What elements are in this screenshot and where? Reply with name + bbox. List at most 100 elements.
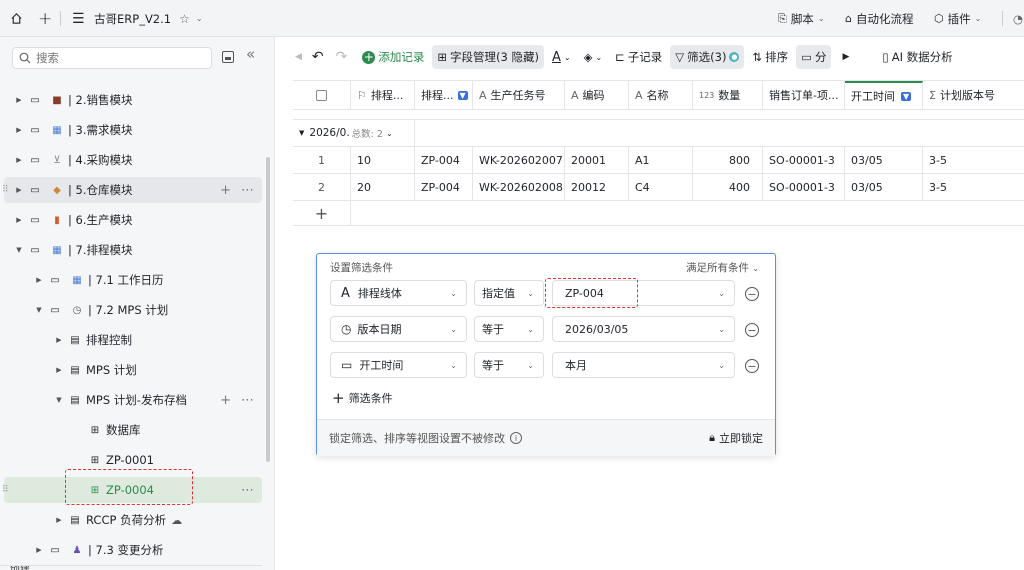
remove-condition-icon[interactable]: − xyxy=(745,323,759,337)
lock-now-button[interactable]: 🔒︎ 立即锁定 xyxy=(709,430,763,446)
column-header[interactable]: A 编码 xyxy=(565,81,629,109)
sidebar-item-warehouse[interactable]: ⠿ ▶ ▭ ◆ | 5.仓库模块 + ⋯ xyxy=(2,177,262,203)
fill-color-button[interactable]: ◈ ⌄ xyxy=(579,45,608,69)
add-icon[interactable]: + xyxy=(220,183,231,198)
add-icon[interactable]: + xyxy=(220,393,231,408)
collapse-icon[interactable]: « xyxy=(246,45,255,63)
create-label[interactable]: 创建 xyxy=(10,566,30,570)
search-box[interactable] xyxy=(12,47,212,69)
app-title[interactable]: 古哥ERP_V2.1 ☆ ⌄ xyxy=(94,0,203,37)
condition-field-select[interactable]: ◷ 版本日期 ⌄ xyxy=(330,316,467,342)
column-header[interactable]: Σ 计划版本号 xyxy=(923,81,1024,109)
table-cell[interactable]: 20012 xyxy=(565,174,629,200)
table-cell[interactable]: 20001 xyxy=(565,147,629,173)
sidebar-item-mps-archive[interactable]: ▼ ▤ MPS 计划-发布存档 + ⋯ xyxy=(0,387,262,413)
filter-button[interactable]: ▽ 筛选(3) ● xyxy=(670,45,745,69)
drag-handle-icon[interactable]: ⠿ xyxy=(2,485,9,495)
row-index[interactable]: 2 xyxy=(293,174,351,200)
condition-operator-select[interactable]: 等于 ⌄ xyxy=(474,352,544,378)
sort-button[interactable]: ⇅ 排序 xyxy=(747,45,793,69)
drag-handle-icon[interactable]: ⠿ xyxy=(2,185,9,195)
condition-value-select[interactable]: 本月 ⌄ xyxy=(552,352,735,378)
table-cell[interactable]: 400 xyxy=(693,174,763,200)
table-row[interactable]: 2 20 ZP-004 WK-202602008 20012 C4 400 SO-00001-… xyxy=(293,174,1024,201)
condition-field-select[interactable]: A 排程线体 ⌄ xyxy=(330,280,467,306)
add-row[interactable]: + xyxy=(293,201,1024,226)
match-mode-select[interactable]: 满足所有条件 ⌄ xyxy=(686,260,759,275)
select-all-checkbox[interactable] xyxy=(293,81,351,109)
menu-icon[interactable]: ☰ xyxy=(72,0,85,37)
info-icon[interactable]: i xyxy=(510,432,522,444)
undo-icon[interactable]: ↶ xyxy=(312,49,324,65)
more-icon[interactable]: ⋯ xyxy=(241,483,254,498)
group-button[interactable]: ▭ 分 xyxy=(796,45,832,69)
remove-condition-icon[interactable]: − xyxy=(745,287,759,301)
more-icon[interactable]: ◔ xyxy=(1013,0,1023,37)
table-row[interactable]: 1 10 ZP-004 WK-202602007 20001 A1 800 SO-00001-… xyxy=(293,147,1024,174)
table-cell[interactable]: ZP-004 xyxy=(415,174,473,200)
table-cell[interactable]: ZP-004 xyxy=(415,147,473,173)
table-cell[interactable]: SO-00001-3 xyxy=(763,147,845,173)
add-icon[interactable]: + xyxy=(38,0,52,37)
ai-analysis-button[interactable]: ▯ AI 数据分析 xyxy=(877,45,957,69)
add-record-button[interactable]: + 添加记录 xyxy=(357,45,429,69)
chevron-down-icon[interactable]: ⌄ xyxy=(196,14,203,23)
table-cell[interactable]: 3-5 xyxy=(923,147,1024,173)
text-color-button[interactable]: A ⌄ xyxy=(547,45,576,69)
search-input[interactable] xyxy=(36,51,196,65)
sidebar-item-purchase[interactable]: ▶ ▭ ⊻ | 4.采购模块 xyxy=(0,147,262,173)
table-cell[interactable]: WK-202602007 xyxy=(473,147,565,173)
subrecord-button[interactable]: ⊏ 子记录 xyxy=(610,45,667,69)
caret-right-icon[interactable]: ▶ xyxy=(842,52,849,62)
sidebar-scrollbar[interactable] xyxy=(266,157,270,462)
remove-condition-icon[interactable]: − xyxy=(745,359,759,373)
column-header[interactable]: 开工时间 ▼ xyxy=(845,81,923,109)
table-cell[interactable]: SO-00001-3 xyxy=(763,174,845,200)
automation-button[interactable]: ⌂ 自动化流程 xyxy=(845,0,913,37)
table-cell[interactable]: 10 xyxy=(351,147,415,173)
column-header[interactable]: A 生产任务号 xyxy=(473,81,565,109)
column-header[interactable]: 销售订单-项... xyxy=(763,81,845,109)
star-icon[interactable]: ☆ xyxy=(179,12,190,26)
sidebar-item-demand[interactable]: ▶ ▭ ▦ | 3.需求模块 xyxy=(0,117,262,143)
sidebar-item-calendar[interactable]: ▶ ▭ ▦ | 7.1 工作日历 xyxy=(0,267,262,293)
sidebar-item-mps[interactable]: ▼ ▭ ◷ | 7.2 MPS 计划 xyxy=(0,297,262,323)
column-header[interactable]: 123 数量 xyxy=(693,81,763,109)
more-icon[interactable]: ⋯ xyxy=(241,393,254,408)
sidebar-item-mps-plan[interactable]: ▶ ▤ MPS 计划 xyxy=(0,357,262,383)
caret-left-icon[interactable]: ◀ xyxy=(295,52,302,62)
condition-value-select[interactable]: 2026/03/05 ⌄ xyxy=(552,316,735,342)
group-header-row[interactable]: ▼ 2026/0. 总数: 2 ⌄ xyxy=(293,119,1024,147)
row-index[interactable]: 1 xyxy=(293,147,351,173)
sidebar-item-change[interactable]: ▶ ▭ ♟ | 7.3 变更分析 xyxy=(0,537,262,563)
sidebar-item-sales[interactable]: ▶ ▭ ■ | 2.销售模块 xyxy=(0,87,262,113)
condition-operator-select[interactable]: 等于 ⌄ xyxy=(474,316,544,342)
column-header[interactable]: 排程... ▼ xyxy=(415,81,473,109)
plugin-button[interactable]: ⬡ 插件 ⌄ xyxy=(934,0,981,37)
save-icon[interactable] xyxy=(222,51,234,63)
add-condition-button[interactable]: + 筛选条件 xyxy=(332,389,393,407)
table-cell[interactable]: 20 xyxy=(351,174,415,200)
redo-icon[interactable]: ↷ xyxy=(336,49,348,65)
column-header[interactable]: ⚐ 排程... xyxy=(351,81,415,109)
sidebar-item-production[interactable]: ▶ ▭ ▮ | 6.生产模块 xyxy=(0,207,262,233)
sidebar-item-rccp[interactable]: ▶ ▤ RCCP 负荷分析 ☁ xyxy=(0,507,262,533)
condition-operator-select[interactable]: 指定值 ⌄ xyxy=(474,280,544,306)
table-cell[interactable]: 3-5 xyxy=(923,174,1024,200)
table-cell[interactable]: 03/05 xyxy=(845,174,923,200)
table-cell[interactable]: 800 xyxy=(693,147,763,173)
table-cell[interactable]: C4 xyxy=(629,174,693,200)
more-icon[interactable]: ⋯ xyxy=(241,183,254,198)
table-cell[interactable]: A1 xyxy=(629,147,693,173)
sidebar-item-scheduling[interactable]: ▼ ▭ ▦ | 7.排程模块 xyxy=(0,237,262,263)
script-button[interactable]: ⎘ 脚本 ⌄ xyxy=(778,0,825,37)
table-cell[interactable]: WK-202602008 xyxy=(473,174,565,200)
sidebar-item-database[interactable]: ⊞ 数据库 xyxy=(0,417,262,443)
column-header[interactable]: A 名称 xyxy=(629,81,693,109)
condition-field-select[interactable]: ▭ 开工时间 ⌄ xyxy=(330,352,467,378)
field-manage-button[interactable]: ⊞ 字段管理(3 隐藏) xyxy=(432,45,544,69)
table-cell[interactable]: 03/05 xyxy=(845,147,923,173)
home-icon[interactable] xyxy=(10,0,23,37)
sidebar-item-sched-control[interactable]: ▶ ▤ 排程控制 xyxy=(0,327,262,353)
add-row-icon[interactable]: + xyxy=(293,201,351,225)
